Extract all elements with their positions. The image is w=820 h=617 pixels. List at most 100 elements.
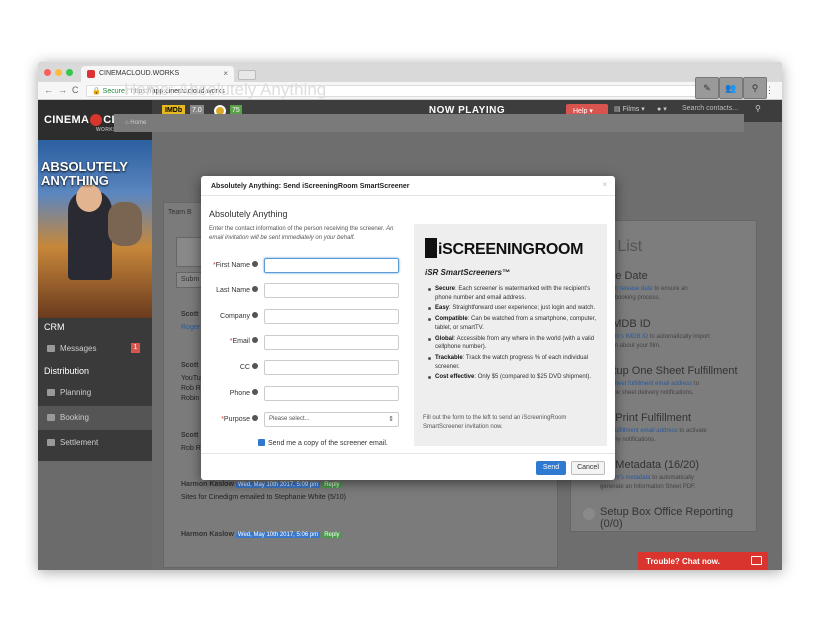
close-window-dot[interactable] — [44, 69, 51, 76]
messages-count-badge: 1 — [131, 343, 140, 353]
feature-name: Secure — [435, 286, 456, 292]
modal-instructions: Enter the contact information of the per… — [209, 225, 407, 243]
feature-name: Global — [435, 335, 454, 342]
send-copy-checkbox[interactable]: Send me a copy of the screener email. — [258, 439, 388, 447]
breadcrumb-home[interactable]: Home — [130, 120, 146, 126]
sidebar-item-settlement[interactable]: Settlement — [38, 431, 152, 455]
chat-label: Trouble? Chat now. — [646, 557, 720, 566]
feed-text: Rob R — [181, 385, 201, 392]
forward-icon[interactable]: → — [58, 85, 67, 95]
feature-text: : Accessible from any where in the world… — [435, 335, 595, 351]
field-label-text: Purpose — [223, 416, 250, 423]
film-poster: ABSOLUTELY ANYTHING — [38, 140, 152, 318]
isr-footer-text: Fill out the form to the left to send an… — [423, 415, 567, 430]
poster-face — [76, 184, 102, 212]
timestamp-badge: Wed, May 10th 2017, 5:06 pm — [235, 532, 321, 538]
feed-author: Harmon Kaslow — [181, 531, 234, 538]
checkbox-checked-icon — [258, 439, 265, 446]
list-item: Secure: Each screener is watermarked wit… — [427, 285, 599, 302]
sidebar-item-planning[interactable]: Planning — [38, 381, 152, 405]
setup-item-desc: one sheet fulfillment email address to at… — [600, 380, 748, 398]
feed-text: YouTu — [181, 375, 201, 382]
feed-text: Roger — [181, 324, 201, 331]
favicon-icon — [87, 70, 95, 78]
film-icon — [47, 414, 55, 421]
user-caret: ▾ — [663, 106, 667, 113]
lock-icon: 🔒 — [92, 88, 101, 95]
film-icon: ▤ — [614, 106, 623, 113]
films-menu[interactable]: ▤ Films ▾ — [614, 105, 645, 113]
add-contact-button[interactable]: 👥 — [719, 77, 743, 99]
reply-button[interactable]: Reply — [322, 532, 342, 538]
list-item: Trackable: Track the watch progress % of… — [427, 354, 599, 371]
field-label: *First Name — [200, 261, 258, 269]
feed-text: Robin — [181, 395, 200, 402]
field-label-text: Last Name — [216, 287, 250, 294]
purpose-select[interactable]: Please select... ⇕ — [264, 412, 399, 427]
edit-button[interactable]: ✎ — [695, 77, 719, 99]
film-strip-icon — [425, 238, 437, 258]
chat-button[interactable]: Trouble? Chat now. — [638, 552, 768, 570]
info-icon — [252, 261, 258, 267]
search-icon[interactable]: ⚲ — [755, 104, 761, 113]
list-item: Global: Accessible from any where in the… — [427, 335, 599, 352]
field-label: *Purpose — [200, 415, 258, 423]
crm-heading: CRM — [44, 322, 65, 332]
setup-item-desc: our film's metadata to automatically gene… — [600, 474, 748, 492]
setup-item-desc: print fulfillment email address to activ… — [600, 427, 748, 445]
feature-name: Cost effective — [435, 374, 475, 381]
new-tab-button[interactable] — [238, 70, 256, 80]
add-user-icon: 👥 — [725, 83, 737, 93]
cancel-button[interactable]: Cancel — [571, 461, 605, 475]
list-item: Easy: Straightforward user experience; j… — [427, 304, 599, 313]
company-field[interactable] — [264, 309, 399, 324]
info-icon — [252, 415, 258, 421]
poster-title: ABSOLUTELY ANYTHING — [41, 159, 128, 188]
logo-rest: SCREENINGROOM — [442, 241, 584, 258]
setup-desc-text: to automatically import — [648, 334, 710, 340]
setup-item-desc: our film's IMDB ID to automatically impo… — [600, 333, 748, 351]
field-label: Company — [200, 312, 258, 320]
modal-subtitle: Absolutely Anything — [209, 209, 288, 219]
select-arrows-icon: ⇕ — [388, 416, 394, 423]
field-label-text: First Name — [215, 262, 250, 269]
search-contacts-input[interactable]: Search contacts... — [682, 105, 738, 112]
feed-author: Scott — [181, 432, 199, 439]
info-icon — [252, 286, 258, 292]
setup-desc-text: to activate — [677, 428, 707, 434]
back-icon[interactable]: ← — [44, 85, 53, 95]
setup-item-title[interactable]: Setup Box Office Reporting (0/0) — [600, 506, 750, 530]
phone-field[interactable] — [264, 386, 399, 401]
reply-button[interactable]: Reply — [322, 482, 342, 488]
minimize-window-dot[interactable] — [55, 69, 62, 76]
films-label: Films ▾ — [622, 106, 645, 113]
email-field[interactable] — [264, 335, 399, 350]
isr-tagline: iSR SmartScreeners™ — [425, 268, 510, 277]
info-icon — [252, 389, 258, 395]
maximize-window-dot[interactable] — [66, 69, 73, 76]
cc-field[interactable] — [264, 360, 399, 375]
send-button[interactable]: Send — [536, 461, 566, 475]
feed-item-1: Harmon Kaslow Wed, May 10th 2017, 5:09 pm… — [181, 481, 342, 488]
user-menu[interactable]: ● ▾ — [657, 105, 667, 113]
info-icon — [252, 312, 258, 318]
search-button[interactable]: ⚲ — [743, 77, 767, 99]
poster-dog — [108, 202, 142, 246]
search-icon: ⚲ — [751, 83, 759, 93]
sidebar-item-booking[interactable]: Booking — [38, 406, 152, 430]
logo-text-cinema: CINEMA — [44, 114, 90, 126]
sidebar-item-messages[interactable]: Messages 1 — [38, 337, 152, 361]
money-icon — [47, 439, 55, 446]
last-name-field[interactable] — [264, 283, 399, 298]
timestamp-badge: Wed, May 10th 2017, 5:09 pm — [235, 482, 321, 488]
secure-label: Secure — [102, 88, 125, 95]
tab-close-icon[interactable]: × — [223, 69, 228, 78]
info-icon — [252, 363, 258, 369]
status-circle-icon — [583, 508, 595, 520]
setup-item-title[interactable]: Setup One Sheet Fulfillment — [600, 365, 738, 377]
field-label: Phone — [200, 389, 258, 397]
first-name-field[interactable] — [264, 258, 399, 273]
close-icon[interactable]: × — [602, 180, 607, 189]
reload-icon[interactable]: C — [72, 85, 79, 95]
feature-name: Easy — [435, 305, 450, 312]
